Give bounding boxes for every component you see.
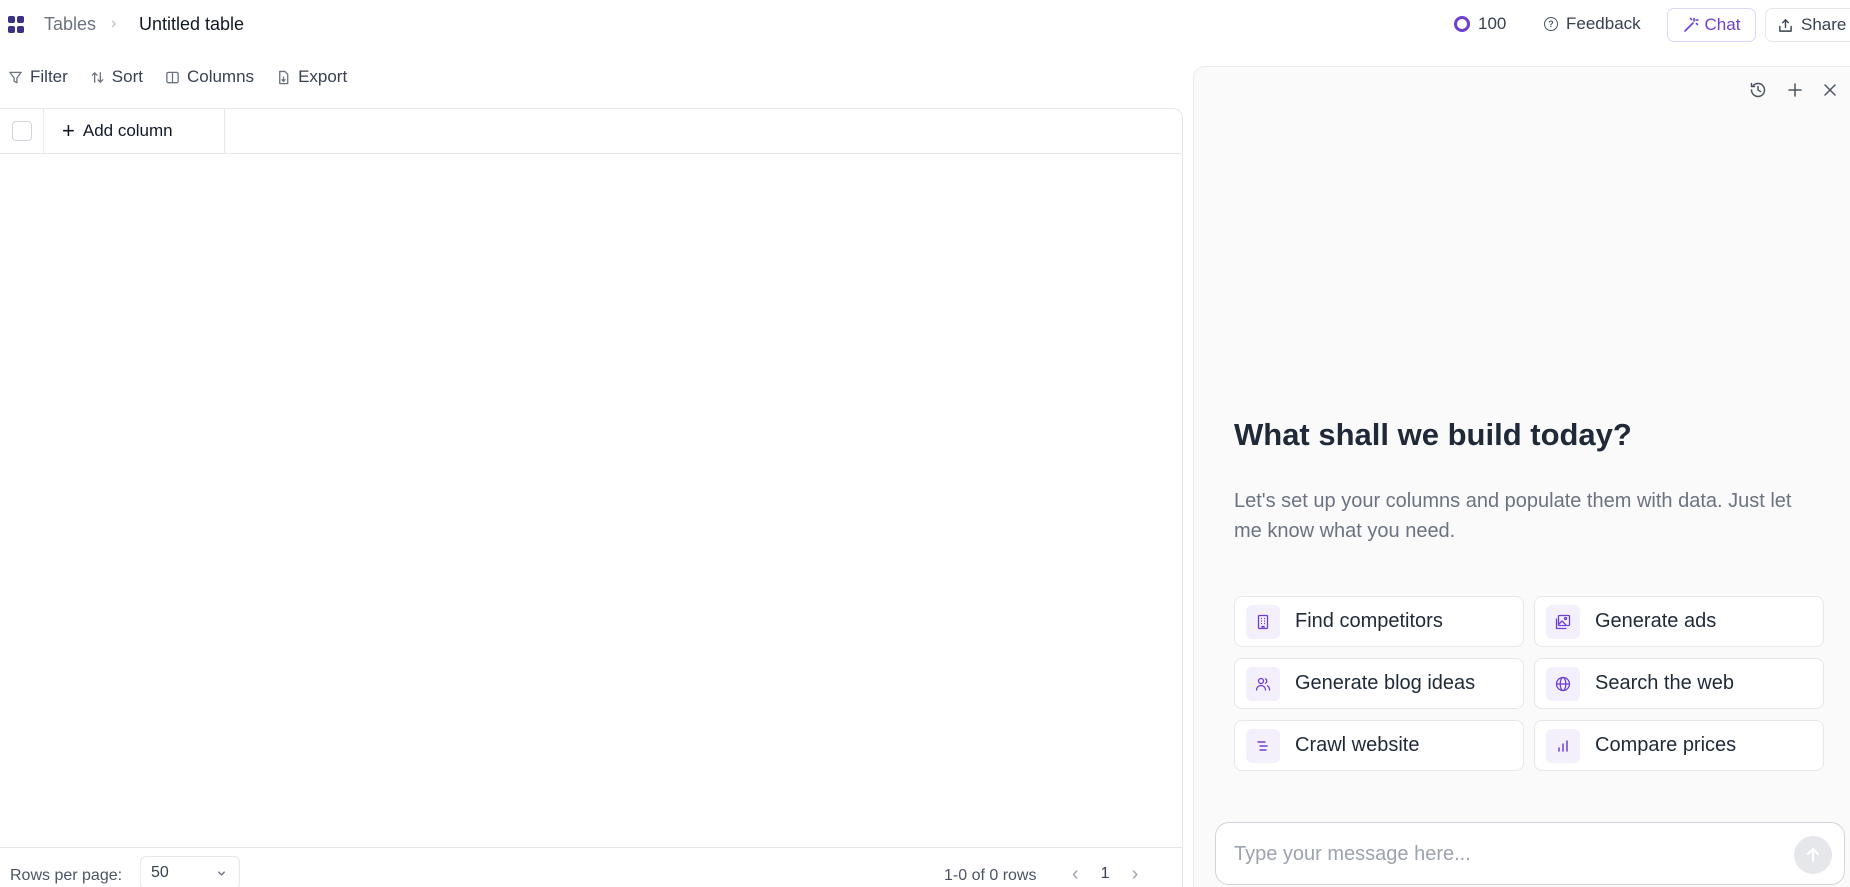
add-column-button[interactable]: + Add column xyxy=(44,109,225,153)
chat-panel-actions xyxy=(1749,81,1837,99)
chevron-down-icon xyxy=(218,870,225,876)
suggestion-search-the-web[interactable]: Search the web xyxy=(1534,658,1824,709)
share-label: Share xyxy=(1801,15,1847,34)
table-toolbar: Filter Sort Columns Export xyxy=(0,62,361,92)
export-button[interactable]: Export xyxy=(276,67,347,87)
building-icon xyxy=(1246,604,1280,639)
arrow-up-icon xyxy=(1807,848,1819,862)
add-column-label: Add column xyxy=(82,121,173,140)
current-page-number[interactable]: 1 xyxy=(1101,865,1110,883)
rows-per-page-select[interactable]: 50 xyxy=(140,856,240,887)
suggestion-compare-prices[interactable]: Compare prices xyxy=(1534,720,1824,771)
chat-button[interactable]: Chat xyxy=(1667,8,1756,42)
credits-indicator[interactable]: 100 xyxy=(1454,14,1506,34)
close-icon[interactable] xyxy=(1823,83,1837,97)
suggestion-label: Generate ads xyxy=(1595,610,1717,632)
suggestion-label: Search the web xyxy=(1595,672,1734,694)
previous-page-icon[interactable]: ‹ xyxy=(1072,864,1079,884)
new-chat-plus-icon[interactable] xyxy=(1787,82,1803,98)
suggestion-label: Crawl website xyxy=(1295,734,1420,756)
chat-subtext: Let's set up your columns and populate t… xyxy=(1234,490,1792,542)
apps-grid-icon[interactable] xyxy=(8,16,26,34)
message-box xyxy=(1215,822,1845,885)
suggestion-generate-ads[interactable]: Generate ads xyxy=(1534,596,1824,647)
image-icon xyxy=(1546,604,1580,639)
table-header-row: + Add column xyxy=(0,109,1182,154)
credits-count: 100 xyxy=(1478,14,1507,33)
suggestion-label: Generate blog ideas xyxy=(1295,672,1476,694)
suggestion-crawl-website[interactable]: Crawl website xyxy=(1234,720,1524,771)
suggestion-find-competitors[interactable]: Find competitors xyxy=(1234,596,1524,647)
magic-wand-icon xyxy=(1683,17,1699,32)
share-upload-icon xyxy=(1779,18,1792,32)
chat-panel: What shall we build today? Let's set up … xyxy=(1193,66,1850,887)
sort-arrows-icon xyxy=(91,71,104,83)
feedback-label: Feedback xyxy=(1566,14,1641,33)
select-all-checkbox[interactable] xyxy=(11,121,32,141)
sort-button[interactable]: Sort xyxy=(90,67,143,87)
rows-per-page-value: 50 xyxy=(151,864,169,881)
suggestion-grid: Find competitors Generate ads Generate b… xyxy=(1234,596,1824,771)
pagination: ‹ 1 › xyxy=(1072,864,1138,884)
suggestion-label: Compare prices xyxy=(1595,734,1737,756)
columns-icon xyxy=(166,71,179,83)
breadcrumb-separator: › xyxy=(111,15,117,32)
users-icon xyxy=(1246,666,1280,701)
top-bar: Tables › Untitled table 100 ? Feedback C… xyxy=(0,0,1850,50)
share-button[interactable]: Share xyxy=(1765,8,1850,42)
feedback-button[interactable]: ? Feedback xyxy=(1544,14,1641,34)
plus-icon: + xyxy=(62,118,75,143)
suggestion-generate-blog-ideas[interactable]: Generate blog ideas xyxy=(1234,658,1524,709)
columns-button[interactable]: Columns xyxy=(165,67,254,87)
export-label: Export xyxy=(298,67,348,86)
sort-label: Sort xyxy=(111,67,143,86)
export-file-icon xyxy=(279,70,289,84)
filter-funnel-icon xyxy=(9,71,22,83)
table-title[interactable]: Untitled table xyxy=(139,14,244,35)
data-table: + Add column Rows per page: 50 1-0 of 0 … xyxy=(0,108,1183,887)
row-range-text: 1-0 of 0 rows xyxy=(944,867,1037,884)
help-circle-icon: ? xyxy=(1544,17,1558,31)
send-button[interactable] xyxy=(1794,836,1832,874)
history-icon[interactable] xyxy=(1749,81,1767,99)
globe-icon xyxy=(1546,666,1580,701)
rows-per-page-label: Rows per page: xyxy=(10,867,123,884)
suggestion-label: Find competitors xyxy=(1295,610,1443,632)
filter-label: Filter xyxy=(30,67,68,86)
message-input[interactable] xyxy=(1234,840,1754,868)
breadcrumb-tables[interactable]: Tables xyxy=(44,14,96,35)
table-footer: Rows per page: 50 1-0 of 0 rows ‹ 1 › xyxy=(0,847,1182,887)
filter-button[interactable]: Filter xyxy=(8,67,68,87)
chat-headline: What shall we build today? xyxy=(1234,417,1632,452)
chat-label: Chat xyxy=(1704,15,1741,34)
select-all-cell xyxy=(0,109,44,153)
credits-ring-icon xyxy=(1454,16,1470,32)
columns-label: Columns xyxy=(186,67,255,86)
text-align-icon xyxy=(1246,728,1280,763)
bar-chart-icon xyxy=(1546,728,1580,763)
next-page-icon[interactable]: › xyxy=(1132,864,1139,884)
